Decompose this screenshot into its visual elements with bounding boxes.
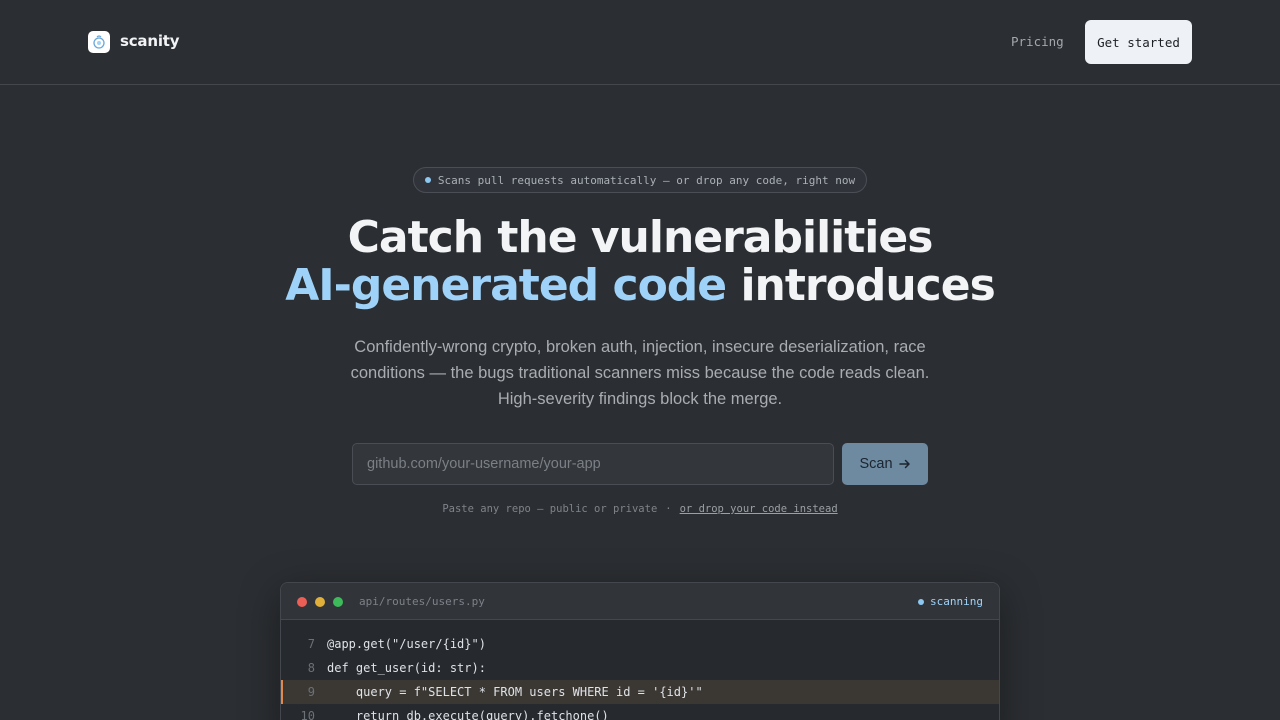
code-line: 7 @app.get("/user/{id}"): [281, 632, 999, 656]
code-preview-window: api/routes/users.py scanning 7 @app.get(…: [280, 582, 1000, 720]
headline-rest: introduces: [726, 260, 995, 311]
hint-text: Paste any repo — public or private: [442, 503, 658, 515]
code-text: def get_user(id: str):: [327, 661, 486, 675]
line-number: 9: [307, 685, 315, 699]
hero-description: Confidently-wrong crypto, broken auth, i…: [350, 338, 930, 408]
brand-name[interactable]: scanity: [120, 32, 180, 50]
get-started-button[interactable]: Get started: [1085, 20, 1192, 64]
headline-line-1: Catch the vulnerabilities: [347, 212, 934, 263]
arrow-right-icon: [898, 459, 910, 469]
scan-button-label: Scan: [859, 456, 893, 472]
editor-titlebar: api/routes/users.py scanning: [281, 583, 999, 620]
line-number: 8: [307, 661, 315, 675]
code-line: 10 return db.execute(query).fetchone(): [281, 704, 999, 720]
code-text: query = f"SELECT * FROM users WHERE id =…: [327, 685, 703, 699]
line-number: 7: [307, 637, 315, 651]
scan-status-text: scanning: [930, 595, 983, 608]
input-hint: Paste any repo — public or private · or dr…: [0, 503, 1280, 515]
code-line: 8 def get_user(id: str):: [281, 656, 999, 680]
announcement-pill: Scans pull requests automatically — or d…: [413, 167, 867, 193]
maximize-dot-icon: [333, 597, 343, 607]
drop-code-link[interactable]: or drop your code instead: [680, 503, 838, 515]
line-number: 10: [300, 709, 315, 720]
code-text: return db.execute(query).fetchone(): [327, 709, 609, 720]
hint-separator: ·: [665, 503, 672, 515]
announcement-text: Scans pull requests automatically — or d…: [437, 173, 856, 187]
status-dot-icon: [918, 598, 925, 605]
status-dot-icon: [424, 177, 431, 183]
headline-accent: AI-generated code: [285, 260, 727, 311]
editor-filename: api/routes/users.py: [359, 595, 485, 608]
scan-button[interactable]: Scan: [842, 443, 928, 485]
scanity-logo-icon[interactable]: [88, 31, 110, 53]
close-dot-icon: [297, 597, 307, 607]
repo-url-input[interactable]: [352, 443, 834, 485]
top-nav: scanity Pricing Get started: [0, 0, 1280, 85]
scan-status-badge: scanning: [918, 595, 983, 608]
code-text: @app.get("/user/{id}"): [327, 637, 486, 651]
hero-headline: Catch the vulnerabilities AI-generated c…: [0, 214, 1280, 310]
nav-pricing-link[interactable]: Pricing: [1011, 34, 1064, 49]
minimize-dot-icon: [315, 597, 325, 607]
highlighted-code-line: 9 query = f"SELECT * FROM users WHERE id…: [281, 680, 999, 704]
